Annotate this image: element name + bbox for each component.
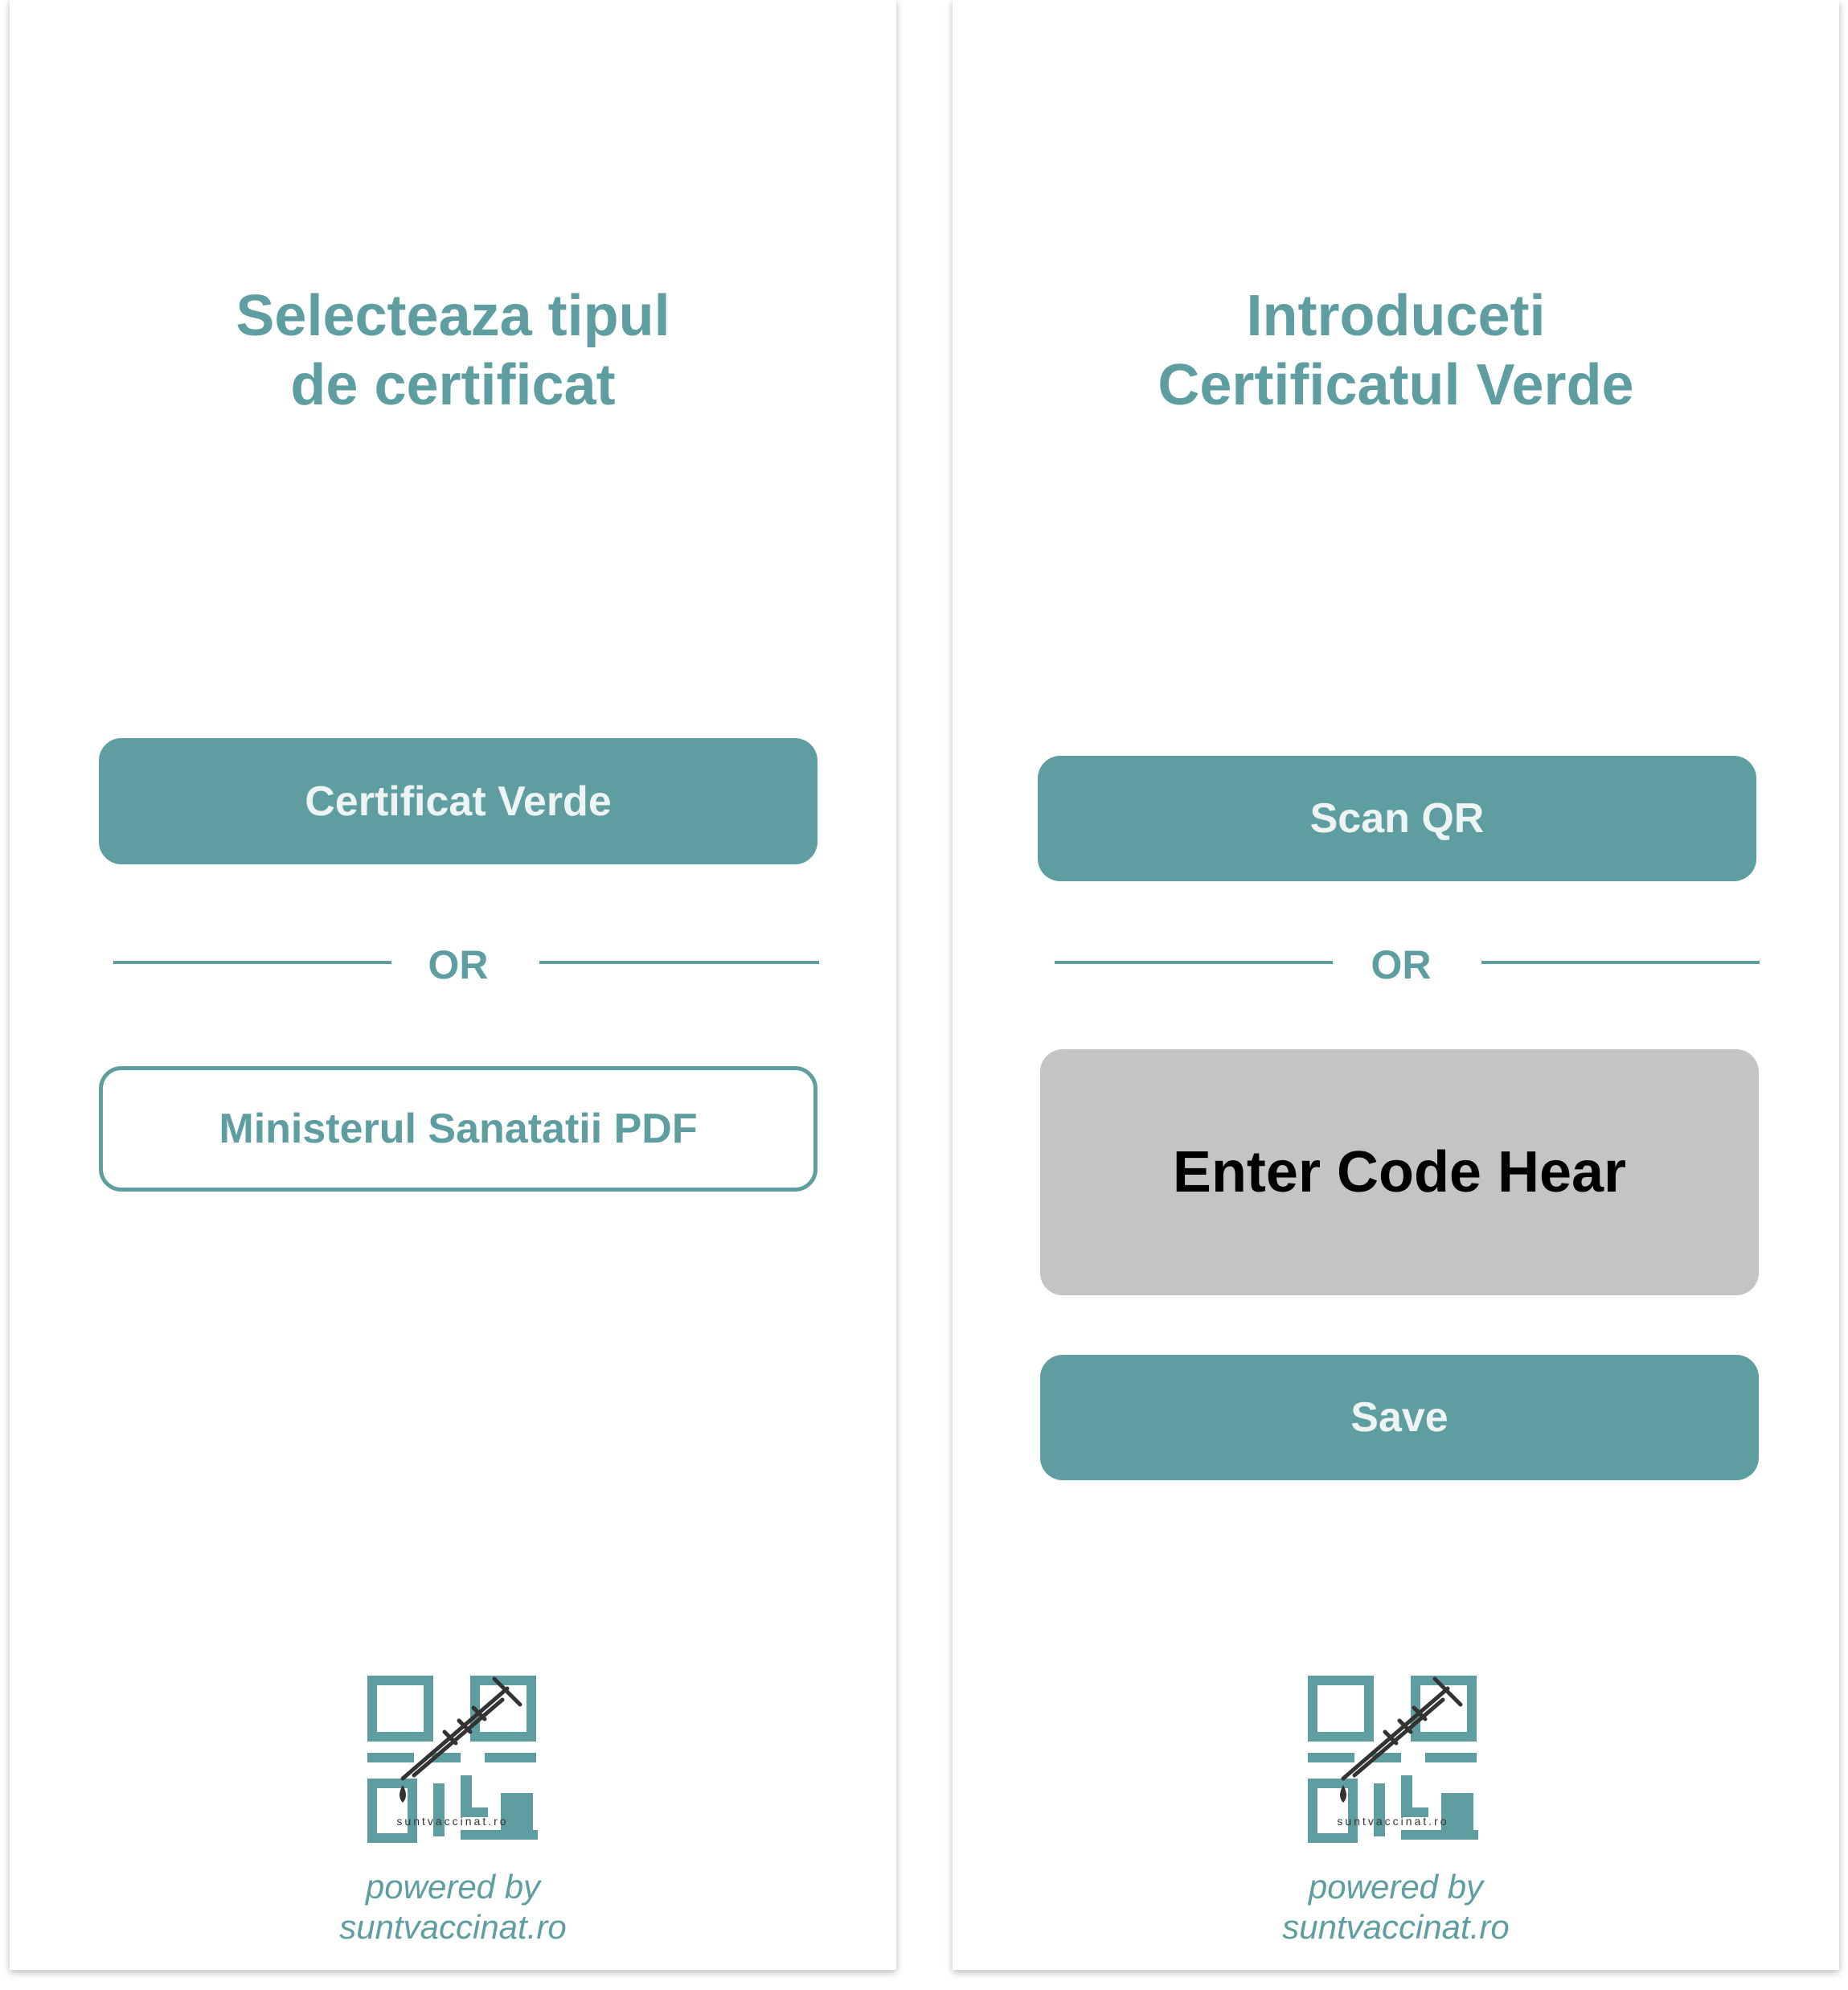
logo-text: suntvaccinat.ro	[1337, 1815, 1448, 1828]
footer-line-1: powered by	[365, 1868, 541, 1906]
powered-by-footer: powered by suntvaccinat.ro	[953, 1867, 1839, 1947]
logo-text: suntvaccinat.ro	[396, 1815, 508, 1828]
scan-qr-button[interactable]: Scan QR	[1038, 756, 1756, 881]
ministerul-sanatatii-pdf-button[interactable]: Ministerul Sanatatii PDF	[99, 1066, 817, 1192]
divider-line-right	[539, 961, 819, 964]
code-field[interactable]	[1040, 1049, 1759, 1295]
or-divider-text: OR	[1371, 942, 1432, 987]
powered-by-footer: powered by suntvaccinat.ro	[10, 1867, 896, 1947]
divider-line-right	[1481, 961, 1760, 964]
or-divider-text: OR	[428, 942, 489, 987]
save-button[interactable]: Save	[1040, 1355, 1759, 1480]
certificat-verde-button[interactable]: Certificat Verde	[99, 738, 817, 864]
page-title: Introduceti Certificatul Verde	[953, 281, 1839, 420]
title-line-2: de certificat	[290, 353, 616, 417]
title-line-1: Selecteaza tipul	[236, 284, 670, 348]
footer-link[interactable]: suntvaccinat.ro	[953, 1907, 1839, 1947]
title-line-1: Introduceti	[1246, 284, 1546, 348]
certificate-type-screen: Selecteaza tipul de certificat Certifica…	[10, 0, 896, 1970]
code-input[interactable]	[1040, 1139, 1759, 1206]
divider-line-left	[113, 961, 391, 964]
enter-certificate-screen: Introduceti Certificatul Verde Scan QR O…	[953, 0, 1839, 1970]
footer-link[interactable]: suntvaccinat.ro	[10, 1907, 896, 1947]
qr-syringe-logo-icon: suntvaccinat.ro	[1308, 1676, 1478, 1843]
qr-syringe-logo-icon: suntvaccinat.ro	[367, 1676, 538, 1843]
footer-line-1: powered by	[1308, 1868, 1484, 1906]
divider-line-left	[1055, 961, 1333, 964]
title-line-2: Certificatul Verde	[1158, 353, 1634, 417]
page-title: Selecteaza tipul de certificat	[10, 281, 896, 420]
